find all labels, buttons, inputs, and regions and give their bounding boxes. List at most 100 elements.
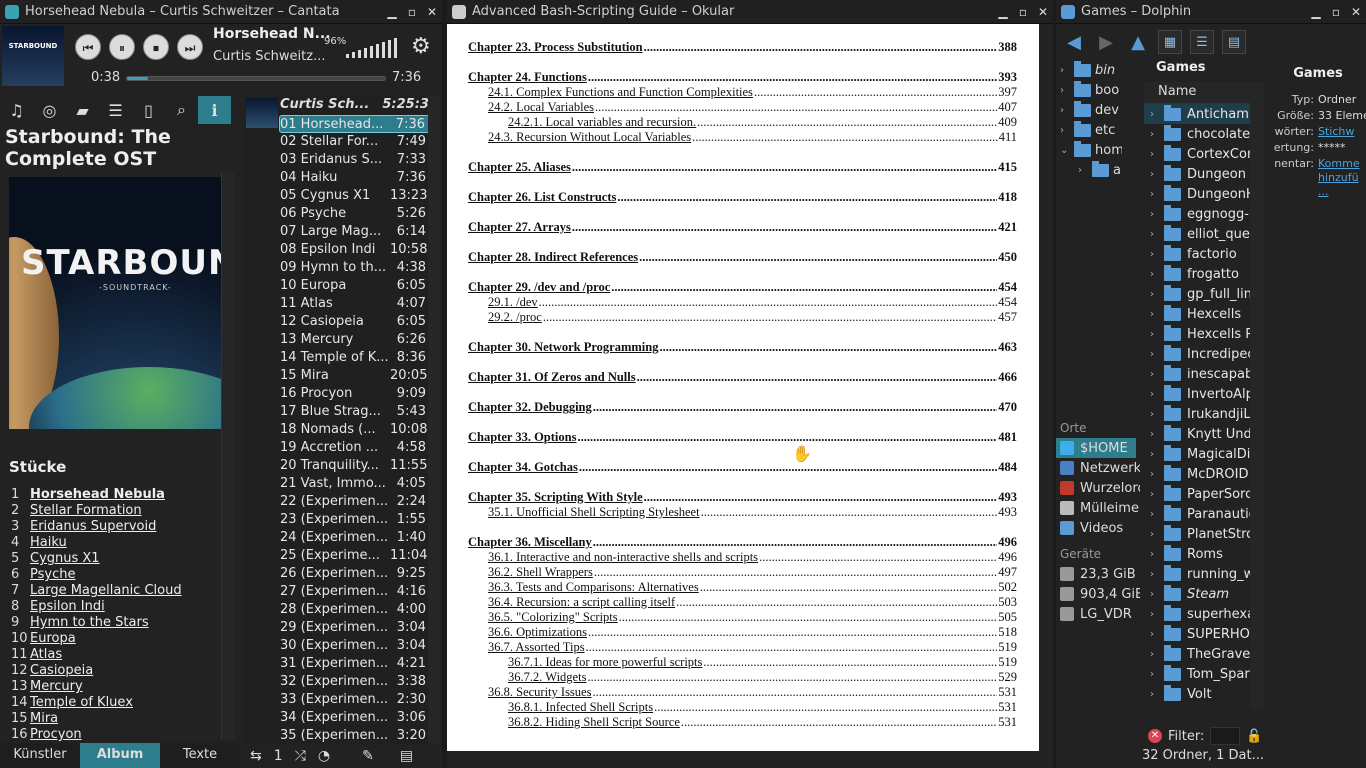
list-item[interactable]: › Volt [1144,684,1264,704]
shuffle-icon[interactable]: ⤮ [295,748,306,764]
close-icon[interactable]: ✕ [422,5,442,19]
list-item[interactable]: 16 Procyon [11,727,226,743]
toc-entry[interactable]: Chapter 23. Process Substitution 388 [468,40,1017,55]
list-item[interactable]: 10 Europa [11,631,226,647]
toc-entry-title[interactable]: Chapter 35. Scripting With Style [468,490,643,505]
chevron-right-icon[interactable]: › [1144,549,1160,560]
toc-entry[interactable]: 36.3. Tests and Comparisons: Alternative… [468,580,1017,595]
track-title[interactable]: Large Magellanic Cloud [30,583,182,599]
toc-entry[interactable]: Chapter 29. /dev and /proc 454 [468,280,1017,295]
list-item[interactable]: 2 Stellar Formation [11,503,226,519]
toc-entry-title[interactable]: Chapter 34. Gotchas [468,460,578,475]
consume-icon[interactable]: ◔ [318,748,330,764]
table-row[interactable]: 32 (Experimen... 3:38 [244,673,440,691]
list-item[interactable]: 9 Hymn to the Stars [11,615,226,631]
chevron-right-icon[interactable]: › [1144,469,1160,480]
maximize-icon[interactable]: ▫ [1013,5,1033,19]
toc-entry[interactable]: 24.3. Recursion Without Local Variables 4… [468,130,1017,145]
toc-entry-title[interactable]: 36.6. Optimizations [488,625,587,640]
list-item[interactable]: › Knytt Unde [1144,424,1264,444]
table-row[interactable]: 06 Psyche 5:26 [244,205,440,223]
toc-entry-title[interactable]: 36.1. Interactive and non-interactive sh… [488,550,758,565]
pause-button[interactable]: ⏸ [109,34,135,60]
device-item[interactable]: 903,4 GiB [1056,584,1140,604]
chevron-right-icon[interactable]: › [1144,269,1160,280]
list-item[interactable]: › Hexcells P [1144,324,1264,344]
chevron-right-icon[interactable]: › [1144,189,1160,200]
list-item[interactable]: › Incredipec [1144,344,1264,364]
table-row[interactable]: 24 (Experimen... 1:40 [244,529,440,547]
column-header-name[interactable]: Name [1144,82,1264,104]
list-item[interactable]: › InvertoAlpl [1144,384,1264,404]
tree-item[interactable]: ⌄ hom [1060,140,1122,160]
list-item[interactable]: › MagicalDia [1144,444,1264,464]
table-row[interactable]: 09 Hymn to th... 4:38 [244,259,440,277]
toc-entry-title[interactable]: Chapter 26. List Constructs [468,190,616,205]
chevron-right-icon[interactable]: › [1144,529,1160,540]
table-row[interactable]: 04 Haiku 7:36 [244,169,440,187]
table-row[interactable]: 16 Procyon 9:09 [244,385,440,403]
toc-entry[interactable]: Chapter 28. Indirect References 450 [468,250,1017,265]
maximize-icon[interactable]: ▫ [402,5,422,19]
table-row[interactable]: 26 (Experimen... 9:25 [244,565,440,583]
forward-icon[interactable]: ▶ [1094,30,1118,54]
next-button[interactable]: ⏭ [177,34,203,60]
tree-item[interactable]: › etc [1060,120,1122,140]
table-row[interactable]: 25 (Experime... 11:04 [244,547,440,565]
toc-entry-title[interactable]: 24.1. Complex Functions and Function Com… [488,85,753,100]
list-item[interactable]: › Roms [1144,544,1264,564]
toc-entry-title[interactable]: Chapter 31. Of Zeros and Nulls [468,370,636,385]
stop-button[interactable]: ⏹ [143,34,169,60]
toc-entry[interactable]: 29.2. /proc 457 [468,310,1017,325]
list-item[interactable]: 11 Atlas [11,647,226,663]
repeat-icon[interactable]: ⇆ [250,748,262,764]
icons-view-icon[interactable]: ▦ [1158,30,1182,54]
list-item[interactable]: › McDROID [1144,464,1264,484]
close-icon[interactable]: ✕ [1033,5,1053,19]
chevron-right-icon[interactable]: › [1144,649,1160,660]
table-row[interactable]: 02 Stellar For... 7:49 [244,133,440,151]
toc-entry[interactable]: 36.7.2. Widgets 529 [468,670,1017,685]
single-count[interactable]: 1 [274,748,283,764]
chevron-right-icon[interactable]: › [1144,689,1160,700]
chevron-down-icon[interactable]: ⌄ [1060,145,1074,156]
table-row[interactable]: 13 Mercury 6:26 [244,331,440,349]
playlist-icon[interactable]: ☰ [99,96,132,124]
list-item[interactable]: 1 Horsehead Nebula [11,487,226,503]
table-row[interactable]: 17 Blue Strag... 5:43 [244,403,440,421]
tree-item[interactable]: › dev [1060,100,1122,120]
list-item[interactable]: › inescapab [1144,364,1264,384]
toc-entry-title[interactable]: Chapter 30. Network Programming [468,340,659,355]
clear-queue-icon[interactable]: ▤ [400,748,413,764]
chevron-right-icon[interactable]: › [1060,105,1074,116]
chevron-right-icon[interactable]: › [1144,669,1160,680]
chevron-right-icon[interactable]: › [1144,109,1160,120]
toc-entry[interactable]: Chapter 36. Miscellany 496 [468,535,1017,550]
track-title[interactable]: Mercury [30,679,83,695]
device-item[interactable]: 23,3 GiB [1056,564,1140,584]
track-title[interactable]: Atlas [30,647,62,663]
table-row[interactable]: 03 Eridanus S... 7:33 [244,151,440,169]
toc-entry[interactable]: 36.6. Optimizations 518 [468,625,1017,640]
folder-icon[interactable]: ▰ [66,96,99,124]
list-item[interactable]: 13 Mercury [11,679,226,695]
table-row[interactable]: 21 Vast, Immo... 4:05 [244,475,440,493]
breadcrumb[interactable]: Games [1144,60,1264,76]
chevron-right-icon[interactable]: › [1144,309,1160,320]
toc-entry-title[interactable]: 36.7.1. Ideas for more powerful scripts [508,655,702,670]
list-item[interactable]: › chocolate- [1144,124,1264,144]
list-item[interactable]: › elliot_ques [1144,224,1264,244]
search-icon[interactable]: ⌕ [165,96,198,124]
list-item[interactable]: › gp_full_linu [1144,284,1264,304]
toc-entry[interactable]: 24.2. Local Variables 407 [468,100,1017,115]
document-page[interactable]: Chapter 23. Process Substitution388 Chapt… [447,24,1039,751]
toc-entry[interactable]: 36.4. Recursion: a script calling itself… [468,595,1017,610]
toc-entry-title[interactable]: Chapter 24. Functions [468,70,587,85]
toc-entry-title[interactable]: Chapter 36. Miscellany [468,535,592,550]
toc-entry[interactable]: 29.1. /dev 454 [468,295,1017,310]
list-item[interactable]: 4 Haiku [11,535,226,551]
track-title[interactable]: Casiopeia [30,663,93,679]
horizontal-scrollbar[interactable] [447,751,1039,768]
toc-entry[interactable]: Chapter 35. Scripting With Style 493 [468,490,1017,505]
back-icon[interactable]: ◀ [1062,30,1086,54]
